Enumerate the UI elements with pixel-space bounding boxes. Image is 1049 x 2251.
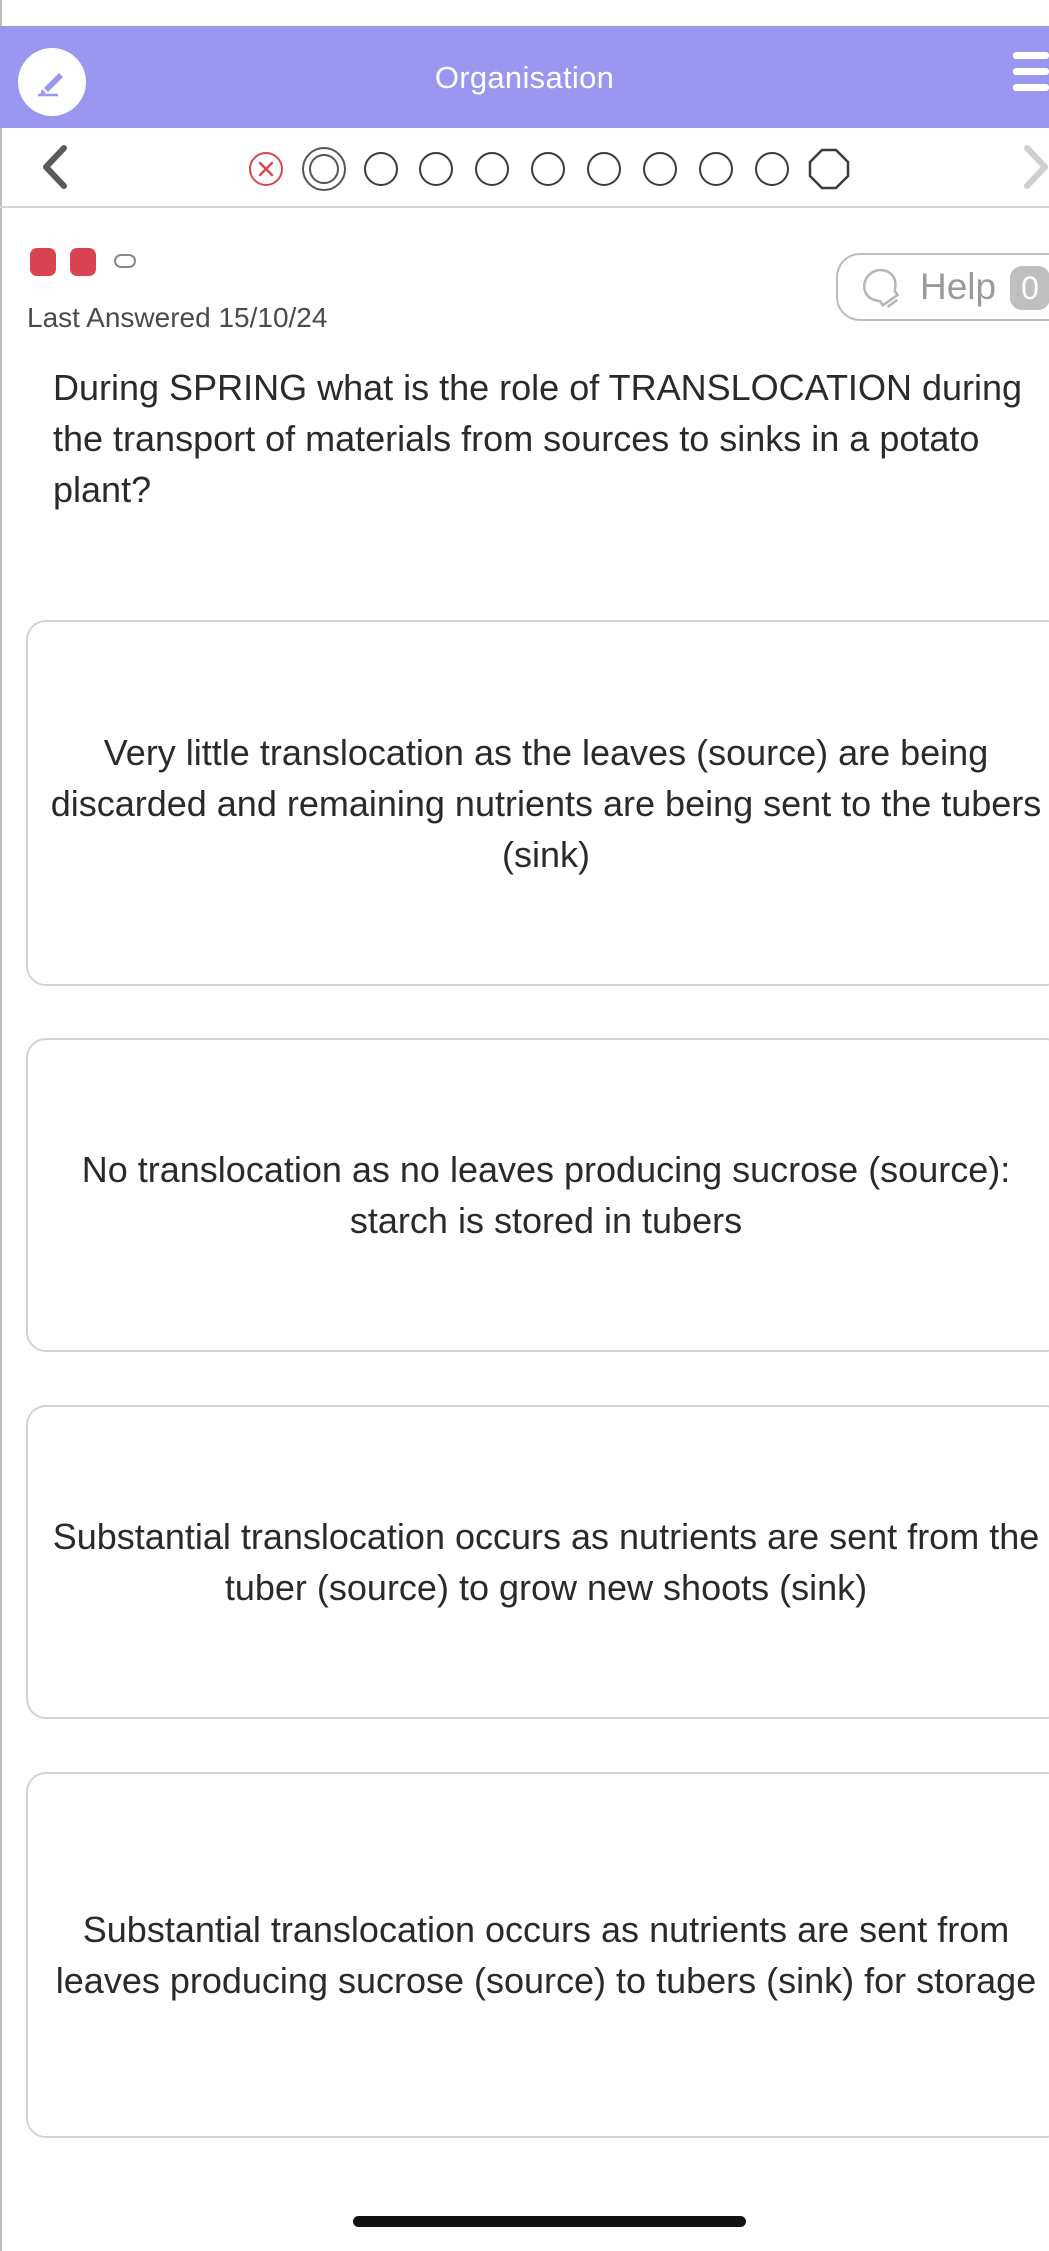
step-pending[interactable] (531, 152, 565, 186)
step-final-octagon-icon[interactable] (807, 147, 851, 191)
answer-option-text: Substantial translocation occurs as nutr… (55, 1909, 1037, 2001)
attempt-marker-empty (114, 254, 136, 268)
step-pending[interactable] (643, 152, 677, 186)
attempt-marker-filled (70, 248, 96, 276)
app-header: Organisation (0, 26, 1049, 128)
chevron-left-icon[interactable] (34, 142, 74, 192)
help-count-badge: 0 (1010, 266, 1049, 310)
hamburger-menu-icon[interactable] (1013, 52, 1049, 102)
left-edge-rule (0, 0, 2, 2251)
answer-option-3[interactable]: Substantial translocation occurs as nutr… (26, 1405, 1049, 1719)
answer-option-text: Substantial translocation occurs as nutr… (52, 1516, 1040, 1608)
answer-option-text: Very little translocation as the leaves … (50, 731, 1042, 875)
question-progress (0, 128, 1049, 208)
header-divider (0, 206, 1049, 208)
step-pending[interactable] (364, 152, 398, 186)
page-title: Organisation (434, 60, 615, 95)
chevron-right-icon[interactable] (1019, 142, 1049, 192)
answer-option-2[interactable]: No translocation as no leaves producing … (26, 1038, 1049, 1352)
help-button[interactable]: Help 0 (836, 253, 1049, 321)
step-pending[interactable] (475, 152, 509, 186)
answer-option-1[interactable]: Very little translocation as the leaves … (26, 620, 1049, 986)
lightbulb-icon (862, 268, 900, 308)
step-pending[interactable] (419, 152, 453, 186)
attempt-marker-filled (30, 248, 56, 276)
help-label: Help (920, 266, 997, 307)
question-text: During SPRING what is the role of TRANSL… (53, 367, 1023, 510)
step-pending[interactable] (755, 152, 789, 186)
last-answered-text: Last Answered 15/10/24 (27, 302, 328, 333)
step-wrong-x-circle-icon[interactable] (249, 152, 283, 186)
home-indicator[interactable] (353, 2216, 746, 2227)
answer-option-text: No translocation as no leaves producing … (81, 1149, 1011, 1241)
step-pending[interactable] (699, 152, 733, 186)
answer-option-4[interactable]: Substantial translocation occurs as nutr… (26, 1772, 1049, 2138)
step-current[interactable] (302, 147, 346, 191)
step-pending[interactable] (587, 152, 621, 186)
